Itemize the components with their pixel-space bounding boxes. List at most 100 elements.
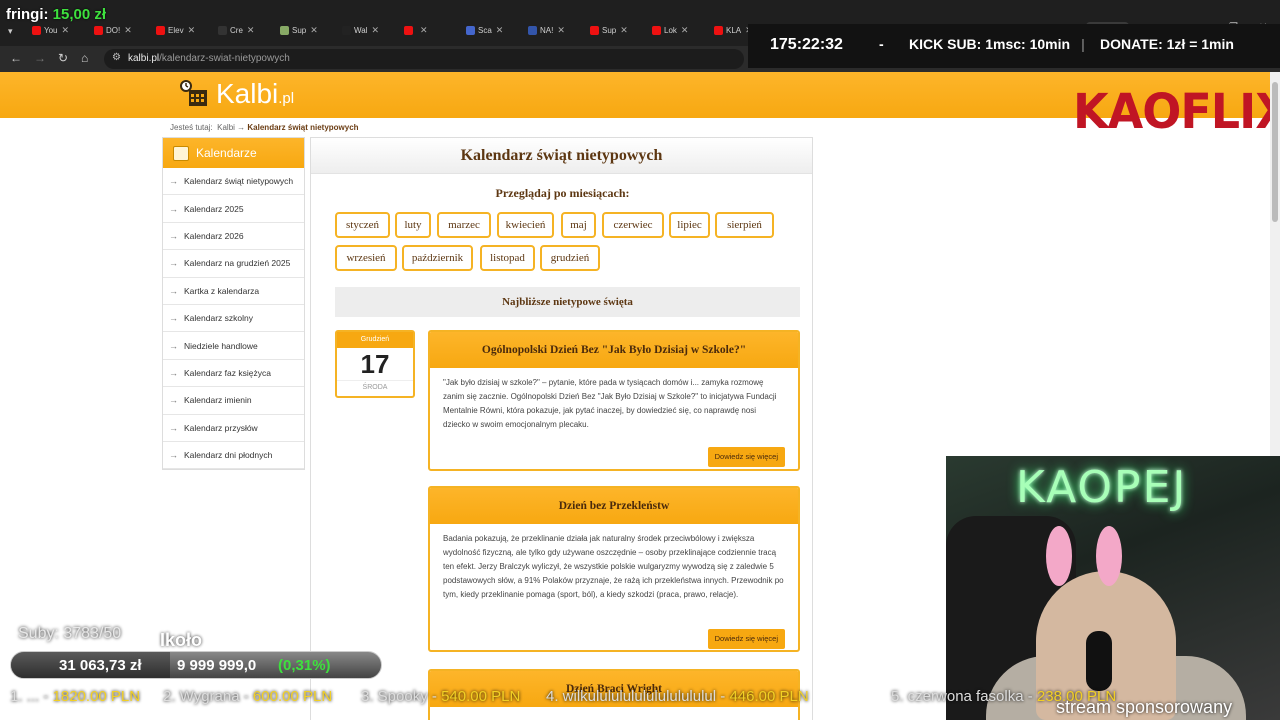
ticker-item: 4. wilkululululululululululul - 446.00 P…: [546, 688, 809, 705]
close-tab-icon[interactable]: ✕: [62, 25, 70, 36]
close-tab-icon[interactable]: ✕: [188, 25, 196, 36]
holiday-title[interactable]: Ogólnopolski Dzień Bez "Jak Było Dzisiaj…: [430, 332, 798, 368]
stream-info-bar: 175:22:32 - KICK SUB: 1msc: 10min | DONA…: [748, 24, 1280, 68]
month-button[interactable]: grudzień: [540, 245, 600, 271]
close-tab-icon[interactable]: ✕: [247, 25, 255, 36]
close-tab-icon[interactable]: ✕: [557, 25, 565, 36]
sidebar-item[interactable]: → Kalendarz 2025: [163, 195, 304, 223]
sidebar-item[interactable]: → Niedziele handlowe: [163, 332, 304, 360]
tab-list-dropdown-icon[interactable]: ▾: [8, 26, 13, 37]
read-more-button[interactable]: Dowiedz się więcej: [707, 629, 785, 649]
address-bar[interactable]: ⚙ kalbi.pl/kalendarz-swiat-nietypowych: [104, 49, 744, 69]
sidebar-item[interactable]: → Kartka z kalendarza: [163, 278, 304, 305]
logo-text: Kalbi.pl: [216, 78, 295, 109]
sidebar-item-label: Kalendarz przysłów: [184, 422, 258, 433]
close-tab-icon[interactable]: ✕: [371, 25, 379, 36]
close-tab-icon[interactable]: ✕: [496, 25, 504, 36]
sidebar-item[interactable]: → Kalendarz faz księżyca: [163, 360, 304, 388]
month-button[interactable]: listopad: [480, 245, 535, 271]
browser-tab[interactable]: Wal ✕: [342, 22, 379, 38]
browser-tab[interactable]: Sup ✕: [590, 22, 628, 38]
browser-tab[interactable]: Sca ✕: [466, 22, 503, 38]
tab-favicon-icon: [32, 25, 41, 35]
month-button[interactable]: wrzesień: [335, 245, 397, 271]
ticker-name: 3. Spooky: [361, 688, 428, 705]
close-tab-icon[interactable]: ✕: [124, 25, 132, 36]
arrow-right-icon: →: [169, 313, 178, 324]
month-button[interactable]: październik: [402, 245, 473, 271]
date-badge: Grudzień 17 ŚRODA: [335, 330, 415, 398]
month-button[interactable]: marzec: [437, 212, 491, 238]
holiday-title[interactable]: Dzień bez Przekleństw: [430, 488, 798, 524]
tab-label: Lok: [664, 25, 677, 35]
goal-percent: (0,31%): [278, 657, 331, 674]
arrow-right-icon: →: [169, 422, 178, 433]
browser-tab[interactable]: Elev ✕: [156, 22, 195, 38]
tab-favicon-icon: [590, 25, 599, 35]
ticker-name: 5. czerwona fasolka: [891, 688, 1024, 705]
breadcrumb-prefix: Jesteś tutaj:: [170, 123, 213, 132]
month-button[interactable]: sierpień: [715, 212, 774, 238]
month-button[interactable]: czerwiec: [602, 212, 664, 238]
browser-tab[interactable]: ✕: [404, 22, 428, 38]
sidebar-item-label: Kalendarz szkolny: [184, 313, 253, 324]
forward-icon[interactable]: →: [34, 51, 46, 65]
back-icon[interactable]: ←: [10, 51, 22, 65]
close-tab-icon[interactable]: ✕: [681, 25, 689, 36]
browser-tab[interactable]: NA! ✕: [528, 22, 565, 38]
site-info-icon[interactable]: ⚙: [112, 52, 121, 63]
browser-tab[interactable]: Sup ✕: [280, 22, 318, 38]
close-tab-icon[interactable]: ✕: [310, 25, 318, 36]
tab-favicon-icon: [280, 25, 289, 35]
close-tab-icon[interactable]: ✕: [420, 25, 428, 36]
sidebar-item[interactable]: → Kalendarz szkolny: [163, 305, 304, 333]
tab-label: DO!: [106, 25, 121, 35]
scrollbar-thumb[interactable]: [1272, 82, 1278, 222]
sidebar-item[interactable]: → Kalendarz dni płodnych: [163, 442, 304, 470]
close-tab-icon[interactable]: ✕: [620, 25, 628, 36]
home-icon[interactable]: ⌂: [81, 51, 88, 65]
tab-label: You: [44, 25, 58, 35]
reload-icon[interactable]: ↻: [58, 51, 68, 65]
ticker-name: 1. ...: [10, 688, 40, 705]
donate-info: DONATE: 1zł = 1min: [1100, 36, 1234, 52]
breadcrumb-home-link[interactable]: Kalbi: [217, 123, 235, 132]
month-button[interactable]: luty: [395, 212, 431, 238]
sidebar-item-label: Niedziele handlowe: [184, 340, 258, 351]
tab-favicon-icon: [466, 25, 475, 35]
holiday-description: "Jak było dzisiaj w szkole?" – pytanie, …: [443, 378, 777, 429]
arrow-right-icon: →: [169, 258, 178, 269]
site-logo[interactable]: Kalbi.pl: [180, 78, 294, 110]
month-button[interactable]: lipiec: [669, 212, 710, 238]
ticker-amount: 600.00 PLN: [252, 688, 333, 705]
sidebar-item[interactable]: → Kalendarz przysłów: [163, 415, 304, 442]
month-button[interactable]: kwiecień: [497, 212, 554, 238]
date-day: 17: [360, 349, 390, 379]
sidebar-item[interactable]: → Kalendarz 2026: [163, 223, 304, 251]
browser-tab[interactable]: Cre ✕: [218, 22, 254, 38]
sidebar-item[interactable]: → Kalendarz świąt nietypowych: [163, 168, 304, 196]
browser-tab[interactable]: DO! ✕: [94, 22, 132, 38]
sponsored-label: stream sponsorowany: [1056, 697, 1233, 717]
browser-tab[interactable]: KLA✕: [714, 22, 753, 38]
tab-favicon-icon: [156, 25, 165, 35]
breadcrumb: Jesteś tutaj: Kalbi → Kalendarz świąt ni…: [170, 123, 359, 132]
subs-counter: Suby: 3783/50: [18, 625, 122, 642]
sidebar-item[interactable]: → Kalendarz na grudzień 2025: [163, 250, 304, 278]
sidebar-header: Kalendarze: [163, 138, 304, 168]
browser-tab[interactable]: You ✕: [32, 22, 69, 38]
month-button[interactable]: styczeń: [335, 212, 390, 238]
sidebar: Kalendarze → Kalendarz świąt nietypowych →…: [162, 137, 305, 470]
arrow-right-icon: →: [169, 367, 178, 378]
browser-tab[interactable]: Lok ✕: [652, 22, 688, 38]
ticker-name: 2. Wygrana: [163, 688, 240, 705]
tab-label: KLA: [726, 25, 742, 35]
month-button[interactable]: maj: [561, 212, 596, 238]
holiday-description: Badania pokazują, że przeklinanie działa…: [443, 534, 784, 599]
neon-sign: KAOPEJ: [1016, 462, 1188, 513]
breadcrumb-current: Kalendarz świąt nietypowych: [247, 123, 359, 132]
sidebar-title: Kalendarze: [196, 146, 257, 160]
read-more-button[interactable]: Dowiedz się więcej: [707, 447, 785, 467]
arrow-right-icon: →: [169, 176, 178, 187]
sidebar-item[interactable]: → Kalendarz imienin: [163, 387, 304, 415]
